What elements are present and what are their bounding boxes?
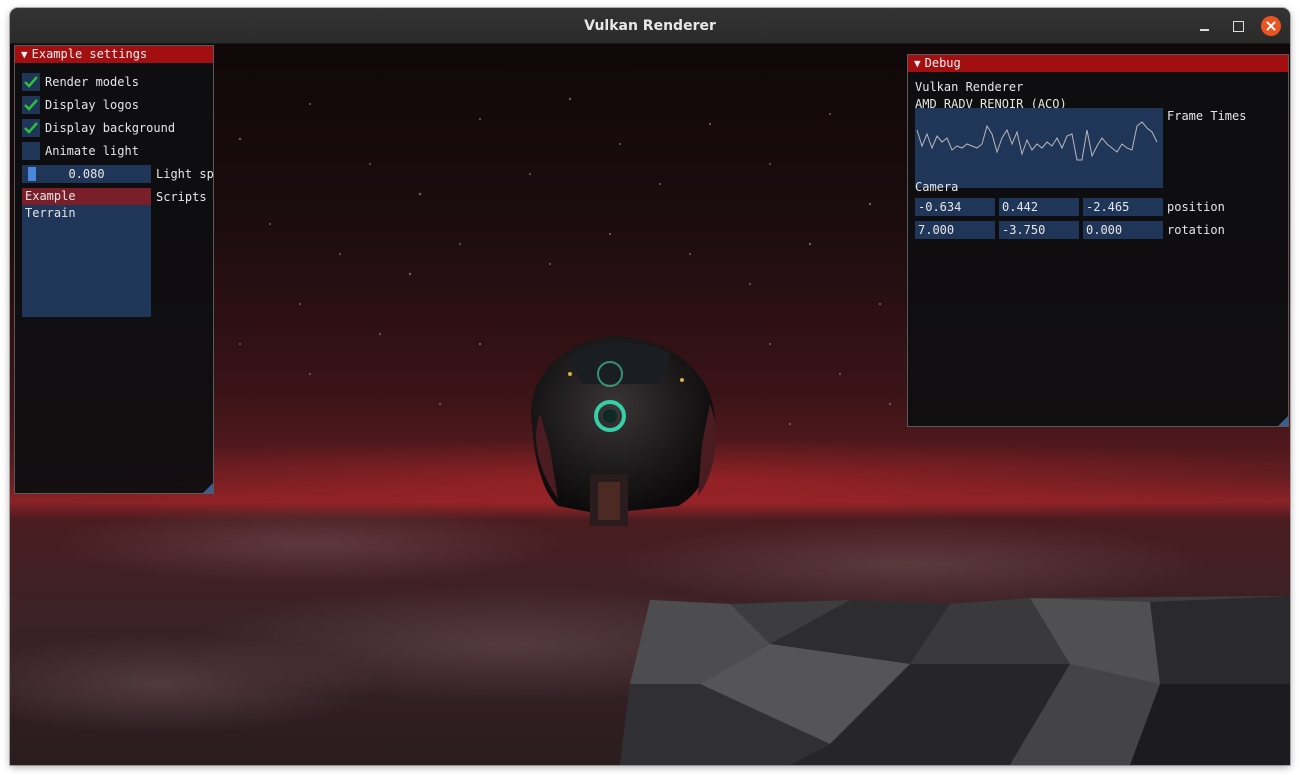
plot-label: Frame Times [1167,109,1247,123]
position-y-field[interactable]: 0.442 [999,198,1079,216]
rotation-z-field[interactable]: 0.000 [1083,221,1163,239]
light-speed-slider[interactable]: 0.080 [22,165,151,183]
title-bar[interactable]: Vulkan Renderer [10,8,1290,44]
rotation-y-field[interactable]: -3.750 [999,221,1079,239]
checkbox-label: Display background [45,121,176,135]
app-name-text: Vulkan Renderer [915,80,1024,94]
list-item-terrain[interactable]: Terrain [22,205,151,222]
checkbox-box[interactable] [22,142,40,160]
spaceship-model [530,336,717,526]
debug-panel-title: Debug [924,56,961,70]
minimize-icon[interactable] [1195,16,1215,36]
collapse-triangle-icon[interactable]: ▼ [914,55,921,72]
checkbox-label: Animate light [45,144,139,158]
checkmark-icon [24,76,38,88]
position-label: position [1167,200,1225,214]
list-item-example[interactable]: Example [22,188,151,205]
position-x-field[interactable]: -0.634 [915,198,995,216]
resize-grip[interactable] [1278,416,1288,426]
checkbox-label: Render models [45,75,139,89]
listbox-label: Scripts [156,190,207,204]
render-viewport[interactable]: ▼ Example settings Render models Display … [10,44,1290,765]
collapse-triangle-icon[interactable]: ▼ [21,46,28,63]
close-icon[interactable] [1261,16,1281,36]
settings-panel-header[interactable]: ▼ Example settings [15,46,213,63]
checkmark-icon [24,99,38,111]
scripts-listbox[interactable]: Example Terrain [22,188,151,317]
slider-label: Light sp [156,167,214,181]
slider-value: 0.080 [68,167,105,181]
settings-panel-title: Example settings [31,47,148,61]
checkbox-box[interactable] [22,119,40,137]
rotation-x-field[interactable]: 7.000 [915,221,995,239]
resize-grip[interactable] [203,483,213,493]
debug-panel: ▼ Debug Vulkan Renderer AMD RADV RENOIR (… [907,54,1289,427]
checkbox-label: Display logos [45,98,139,112]
camera-label: Camera [915,180,959,194]
frame-times-line [916,121,1158,161]
checkbox-box[interactable] [22,96,40,114]
checkmark-icon [24,122,38,134]
app-window: Vulkan Renderer ▼ Example settings Rende… [10,8,1290,765]
example-settings-panel: ▼ Example settings Render models Display … [14,45,214,494]
slider-grab[interactable] [28,167,36,181]
position-z-field[interactable]: -2.465 [1083,198,1163,216]
maximize-icon[interactable] [1228,16,1248,36]
rotation-label: rotation [1167,223,1225,237]
frame-times-plot[interactable] [915,108,1163,188]
terrain-mesh [620,596,1290,765]
checkbox-box[interactable] [22,73,40,91]
debug-panel-header[interactable]: ▼ Debug [908,55,1288,72]
window-title: Vulkan Renderer [584,18,716,34]
